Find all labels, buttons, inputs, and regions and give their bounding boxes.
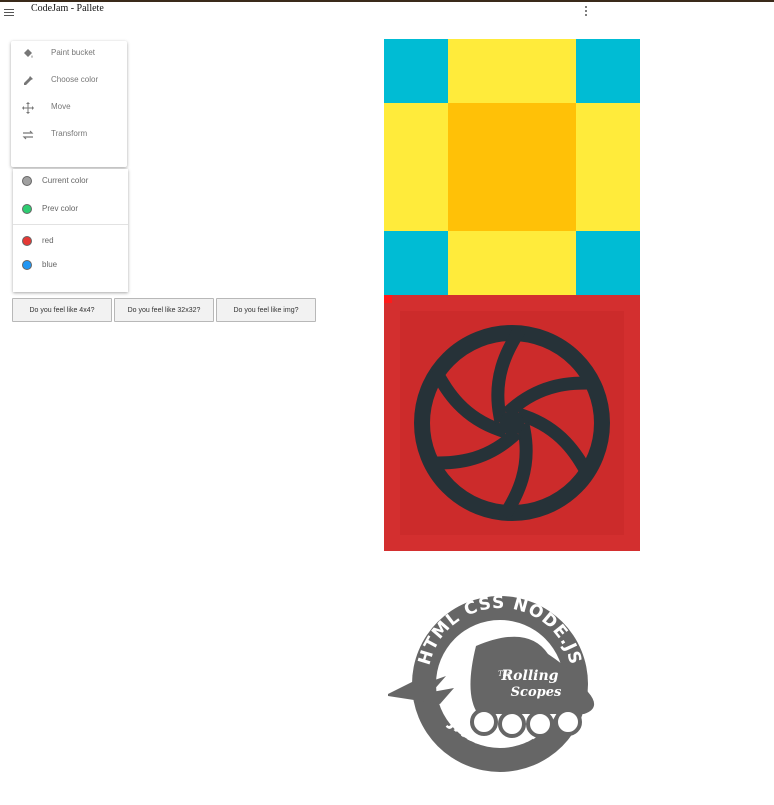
logo-brand-rolling: Rolling <box>501 668 559 684</box>
tools-panel: Paint bucket Choose color Move Transform <box>11 41 127 167</box>
current-color[interactable]: Current color <box>13 172 128 192</box>
logo-brand-scopes: Scopes <box>511 685 562 700</box>
canvas-cell <box>576 231 640 295</box>
tool-paint-bucket[interactable]: Paint bucket <box>11 43 127 65</box>
current-color-label: Current color <box>42 176 89 185</box>
canvas-4x4[interactable] <box>384 39 640 295</box>
paint-bucket-icon <box>24 49 33 58</box>
prev-color-label: Prev color <box>42 204 79 213</box>
tool-transform[interactable]: Transform <box>11 124 127 146</box>
canvas-cell <box>576 103 640 231</box>
transform-icon <box>22 130 34 140</box>
preset-color-red[interactable]: red <box>13 232 128 252</box>
rolling-scopes-logo: HTML CSS NODE.JS JAVASCRIPT The Rolling … <box>388 593 595 772</box>
divider <box>13 224 128 225</box>
load-image-button[interactable]: Do you feel like img? <box>216 298 316 322</box>
canvas-32x32[interactable] <box>384 295 640 551</box>
canvas-cell <box>448 231 576 295</box>
preset-color-blue[interactable]: blue <box>13 256 128 276</box>
canvas-cell <box>448 103 576 231</box>
preset-label: red <box>42 236 54 245</box>
prev-color-swatch <box>22 204 32 214</box>
eyedropper-icon <box>24 76 33 85</box>
canvas-cell <box>384 231 448 295</box>
more-options-icon[interactable] <box>585 6 588 17</box>
app-title: CodeJam - Pallete <box>31 3 104 14</box>
canvas-cell <box>576 39 640 103</box>
size-4x4-button[interactable]: Do you feel like 4x4? <box>12 298 112 322</box>
tool-label: Paint bucket <box>51 48 96 57</box>
colors-panel: Current color Prev color red blue <box>13 169 128 292</box>
size-32x32-button[interactable]: Do you feel like 32x32? <box>114 298 214 322</box>
canvas-cell <box>448 39 576 103</box>
prev-color[interactable]: Prev color <box>13 200 128 220</box>
blue-swatch <box>22 260 32 270</box>
preset-label: blue <box>42 260 58 269</box>
tool-label: Choose color <box>51 75 99 84</box>
window-top-border <box>0 0 774 2</box>
tool-move[interactable]: Move <box>11 97 127 119</box>
canvas-cell <box>384 103 448 231</box>
tool-label: Transform <box>51 129 88 138</box>
tool-label: Move <box>51 102 71 111</box>
hamburger-menu-icon[interactable] <box>4 9 14 17</box>
move-icon <box>22 102 34 114</box>
tool-choose-color[interactable]: Choose color <box>11 70 127 92</box>
red-swatch <box>22 236 32 246</box>
canvas-cell <box>384 39 448 103</box>
current-color-swatch <box>22 176 32 186</box>
